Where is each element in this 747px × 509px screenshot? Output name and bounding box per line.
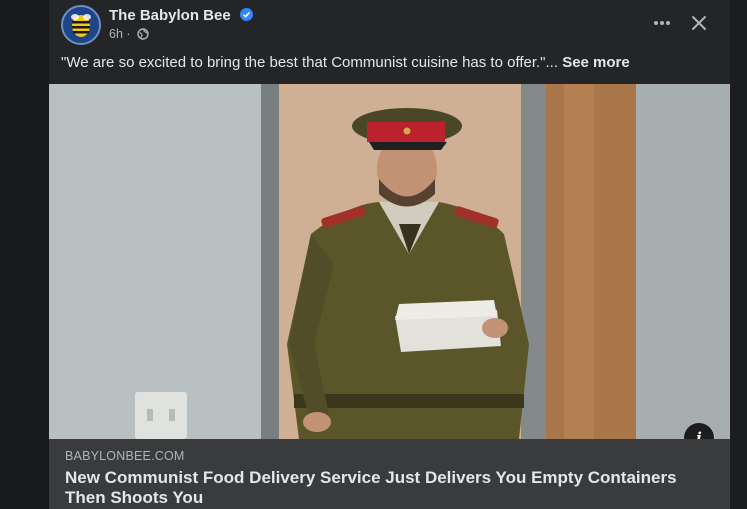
post-card: The Babylon Bee 6h · "We are so excited … — [49, 0, 730, 509]
link-preview-footer[interactable]: BABYLONBEE.COM New Communist Food Delive… — [49, 439, 730, 509]
link-headline[interactable]: New Communist Food Delivery Service Just… — [65, 468, 705, 508]
post-caption: "We are so excited to bring the best tha… — [61, 54, 721, 71]
article-photo — [49, 84, 730, 439]
more-options-icon — [654, 21, 670, 25]
caption-text: "We are so excited to bring the best tha… — [61, 54, 559, 71]
post-timestamp[interactable]: 6h — [109, 27, 123, 41]
meta-separator: · — [126, 27, 131, 41]
close-icon — [692, 16, 706, 30]
page-name-link[interactable]: The Babylon Bee — [109, 7, 253, 25]
right-gutter — [730, 0, 747, 509]
close-button[interactable] — [685, 9, 713, 37]
see-more-link[interactable]: See more — [562, 54, 630, 71]
post-meta: 6h · — [109, 27, 149, 41]
page-avatar[interactable] — [61, 5, 101, 45]
link-domain: BABYLONBEE.COM — [65, 449, 185, 463]
post-header: The Babylon Bee 6h · — [49, 0, 730, 50]
verified-badge-icon — [239, 7, 253, 25]
more-options-button[interactable] — [647, 10, 677, 36]
globe-icon — [137, 28, 149, 40]
link-preview-image[interactable] — [49, 84, 730, 439]
left-gutter — [0, 0, 49, 509]
babylon-bee-logo-icon — [63, 7, 99, 43]
page-name-text[interactable]: The Babylon Bee — [109, 7, 231, 24]
